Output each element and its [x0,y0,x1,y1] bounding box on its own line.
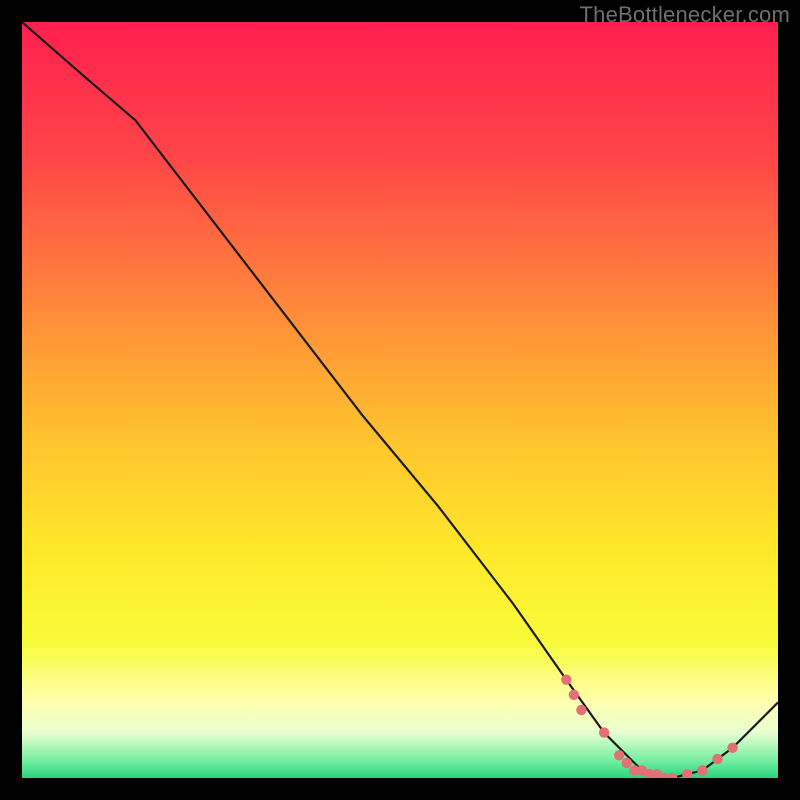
marker-dot [599,727,609,737]
plot-area [22,22,778,778]
gradient-background [22,22,778,778]
marker-dot [697,765,707,775]
marker-dot [727,743,737,753]
marker-dot [622,758,632,768]
chart-stage: TheBottlenecker.com [0,0,800,800]
watermark-text: TheBottlenecker.com [580,2,790,28]
plot-svg [22,22,778,778]
marker-dot [569,690,579,700]
marker-dot [561,675,571,685]
marker-dot [614,750,624,760]
marker-dot [576,705,586,715]
marker-dot [712,754,722,764]
